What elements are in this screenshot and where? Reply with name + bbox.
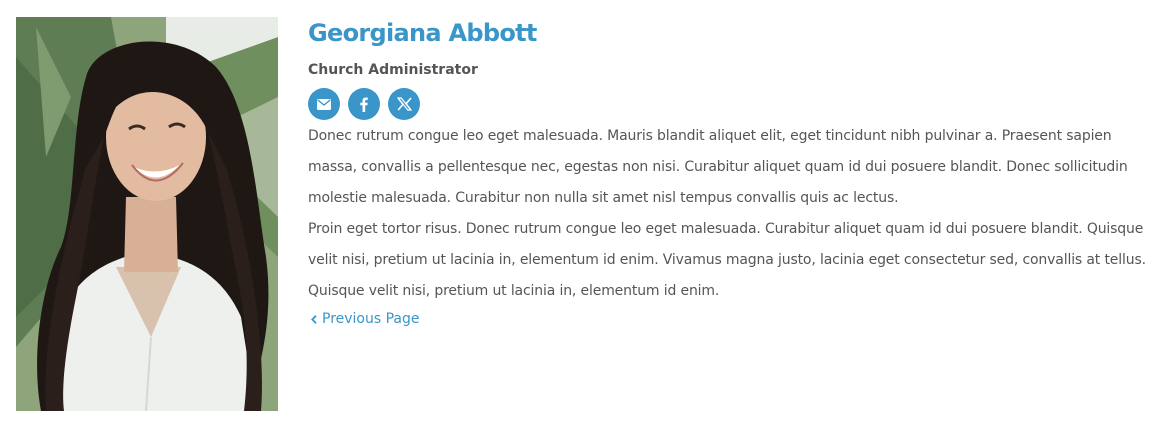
- social-links: [308, 88, 1153, 120]
- chevron-left-icon: [311, 314, 317, 324]
- profile-bio: Donec rutrum congue leo eget malesuada. …: [308, 121, 1153, 307]
- profile-title: Church Administrator: [308, 62, 478, 78]
- profile-name: Georgiana Abbott: [308, 19, 537, 47]
- previous-page-label: Previous Page: [322, 311, 420, 327]
- facebook-icon: [360, 97, 368, 112]
- bio-paragraph: Donec rutrum congue leo eget malesuada. …: [308, 128, 1128, 206]
- bio-paragraph: Proin eget tortor risus. Donec rutrum co…: [308, 221, 1146, 299]
- email-button[interactable]: [308, 88, 340, 120]
- x-button[interactable]: [388, 88, 420, 120]
- x-icon: [396, 97, 412, 111]
- profile-content: Georgiana Abbott Church Administrator Do…: [308, 16, 1153, 331]
- envelope-icon: [317, 98, 331, 110]
- staff-profile: Georgiana Abbott Church Administrator Do…: [0, 0, 1163, 429]
- profile-photo: [16, 17, 278, 411]
- facebook-button[interactable]: [348, 88, 380, 120]
- previous-page-link[interactable]: Previous Page: [308, 307, 420, 331]
